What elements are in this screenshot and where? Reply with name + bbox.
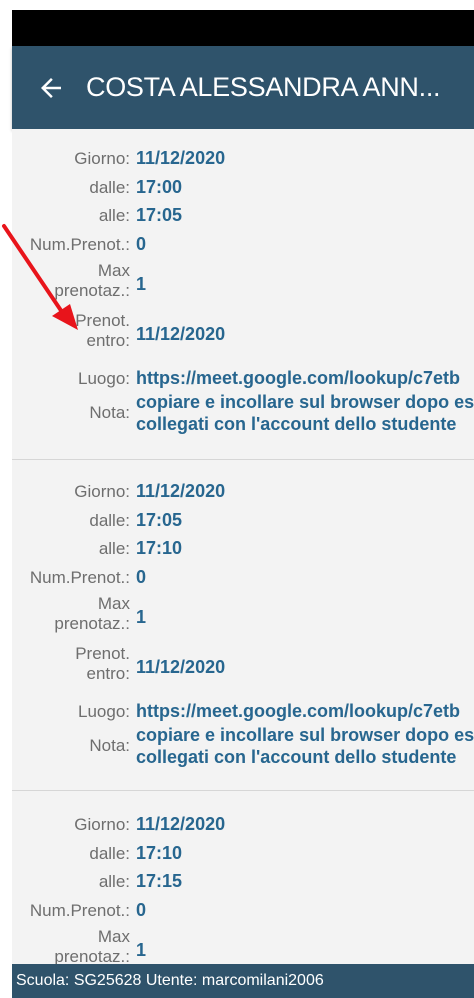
alle-label: alle: [98, 539, 130, 558]
luogo-link[interactable]: https://meet.google.com/lookup/c7etb [136, 700, 460, 722]
giorno-value: 11/12/2020 [136, 148, 226, 168]
max-prenotaz-value: 1 [136, 940, 147, 960]
prenot-entro-value: 11/12/2020 [136, 324, 226, 344]
max-prenotaz-label-line2: prenotaz.: [54, 281, 130, 300]
alle-value: 17:05 [136, 205, 183, 225]
alle-value: 17:15 [136, 871, 183, 891]
luogo-label: Luogo: [78, 702, 130, 721]
nota-label: Nota: [89, 403, 130, 422]
giorno-label: Giorno: [74, 149, 130, 168]
nota-label: Nota: [89, 736, 130, 755]
dalle-label: dalle: [89, 844, 130, 863]
giorno-value: 11/12/2020 [136, 481, 226, 501]
max-prenotaz-value: 1 [136, 274, 147, 294]
page-title: COSTA ALESSANDRA ANN... [86, 72, 441, 102]
prenot-entro-label-line1: Prenot. [75, 311, 130, 330]
nota-value-line1: copiare e incollare sul browser dopo es [136, 725, 474, 745]
alle-label: alle: [98, 206, 130, 225]
slot-card: Giorno: 11/12/2020 dalle: 17:00 alle: 17… [12, 129, 474, 460]
num-prenot-value: 0 [136, 900, 147, 920]
max-prenotaz-label-line1: Max [97, 927, 130, 946]
num-prenot-value: 0 [136, 234, 147, 254]
prenot-entro-label-line2: entro: [86, 664, 130, 683]
nota-value-line2: collegati con l'account dello studente [136, 414, 457, 434]
slot-card: Giorno: 11/12/2020 dalle: 17:05 alle: 17… [12, 460, 474, 791]
nota-value-line2: collegati con l'account dello studente [136, 747, 457, 767]
max-prenotaz-label-line2: prenotaz.: [54, 614, 130, 633]
dalle-value: 17:10 [136, 843, 183, 863]
luogo-link[interactable]: https://meet.google.com/lookup/c7etb [136, 367, 460, 389]
prenot-entro-label-line2: entro: [86, 331, 130, 350]
num-prenot-label: Num.Prenot.: [29, 568, 130, 587]
status-bar [12, 10, 474, 46]
prenot-entro-label-line1: Prenot. [75, 644, 130, 663]
dalle-label: dalle: [89, 511, 130, 530]
footer-bar: Scuola: SG25628 Utente: marcomilani2006 [12, 964, 474, 998]
num-prenot-label: Num.Prenot.: [29, 235, 130, 254]
slot-card: Giorno: 11/12/2020 dalle: 17:10 alle: 17… [12, 791, 474, 964]
dalle-value: 17:05 [136, 510, 183, 530]
max-prenotaz-value: 1 [136, 607, 147, 627]
app-bar: COSTA ALESSANDRA ANN... [12, 46, 474, 129]
luogo-label: Luogo: [78, 369, 130, 388]
back-arrow-icon[interactable] [36, 73, 66, 103]
giorno-label: Giorno: [74, 482, 130, 501]
alle-label: alle: [98, 872, 130, 891]
max-prenotaz-label-line2: prenotaz.: [54, 947, 130, 964]
alle-value: 17:10 [136, 538, 183, 558]
giorno-label: Giorno: [74, 815, 130, 834]
dalle-value: 17:00 [136, 177, 183, 197]
num-prenot-value: 0 [136, 567, 147, 587]
num-prenot-label: Num.Prenot.: [29, 901, 130, 920]
nota-value-line1: copiare e incollare sul browser dopo es [136, 392, 474, 412]
slot-list[interactable]: Giorno: 11/12/2020 dalle: 17:00 alle: 17… [12, 129, 474, 964]
max-prenotaz-label-line1: Max [97, 261, 130, 280]
dalle-label: dalle: [89, 178, 130, 197]
prenot-entro-value: 11/12/2020 [136, 657, 226, 677]
giorno-value: 11/12/2020 [136, 814, 226, 834]
max-prenotaz-label-line1: Max [97, 594, 130, 613]
